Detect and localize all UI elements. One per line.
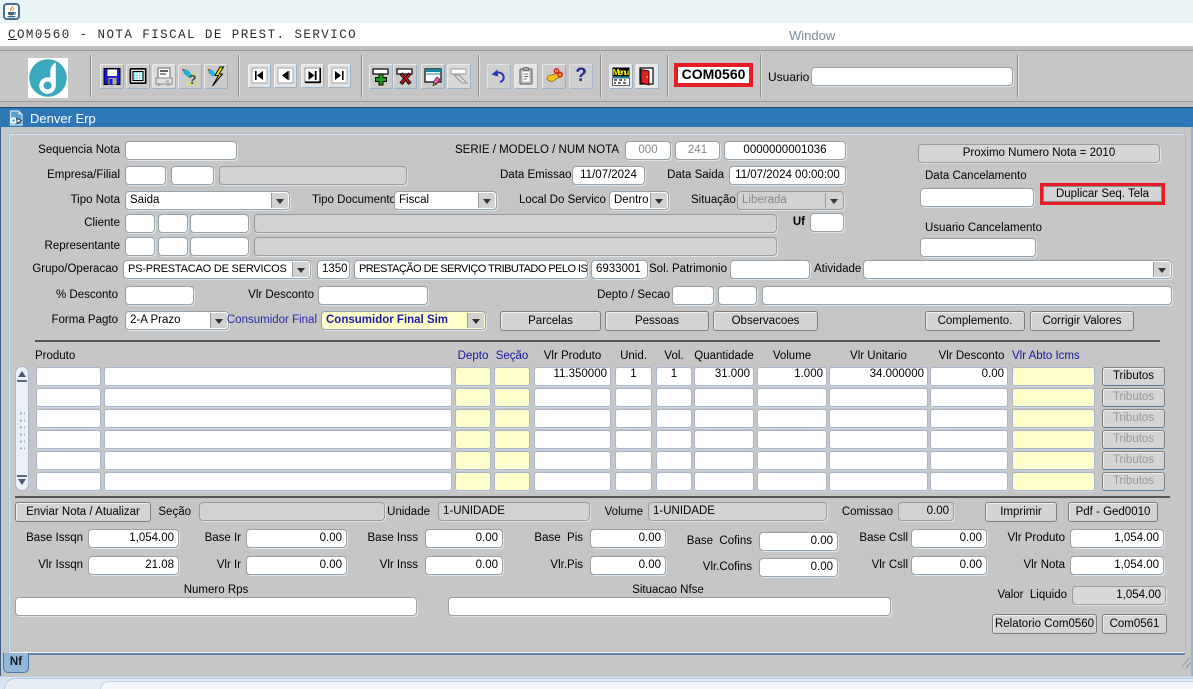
svg-text:Menu: Menu bbox=[613, 68, 630, 77]
svg-text:?: ? bbox=[189, 72, 197, 87]
